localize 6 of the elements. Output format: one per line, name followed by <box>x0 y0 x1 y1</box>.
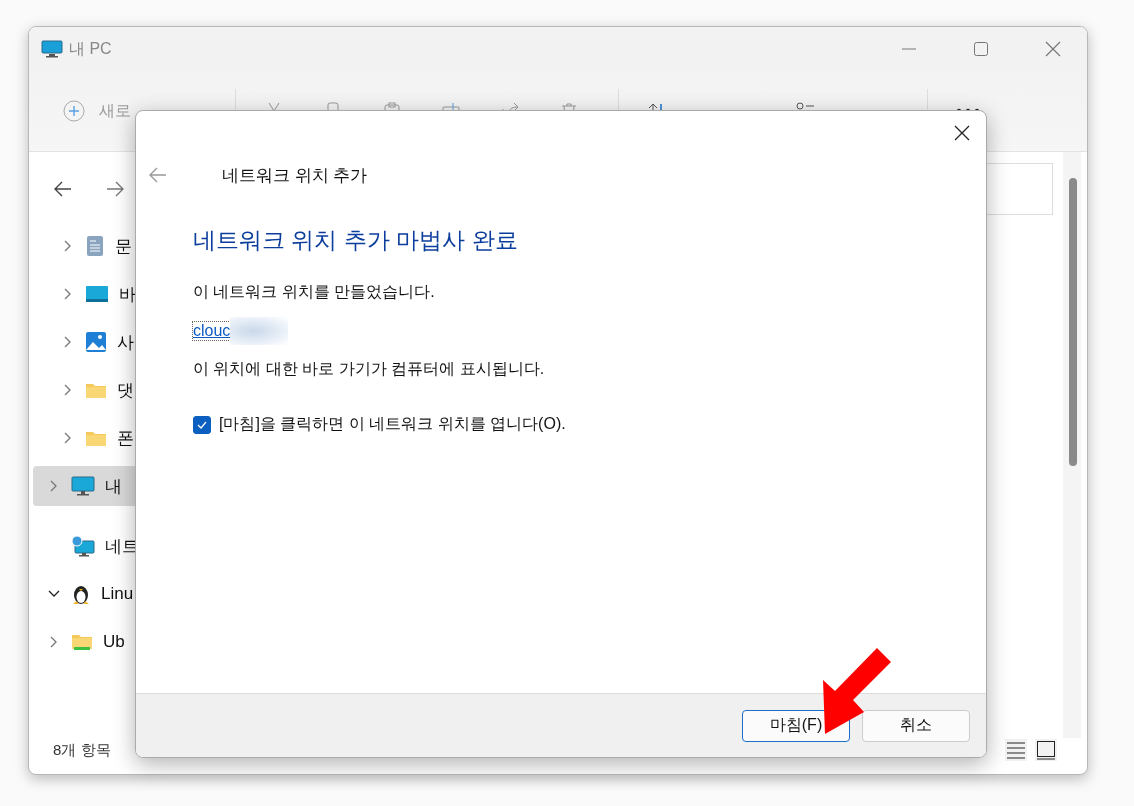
dialog-title: 네트워크 위치 추가 <box>222 164 368 187</box>
window-title: 내 PC <box>69 38 112 59</box>
item-count: 8개 항목 <box>53 740 111 760</box>
message-text: 이 네트워크 위치를 만들었습니다. <box>193 282 435 302</box>
wizard-heading: 네트워크 위치 추가 마법사 완료 <box>193 226 518 255</box>
note-text: 이 위치에 대한 바로 가기가 컴퓨터에 표시됩니다. <box>193 359 545 379</box>
